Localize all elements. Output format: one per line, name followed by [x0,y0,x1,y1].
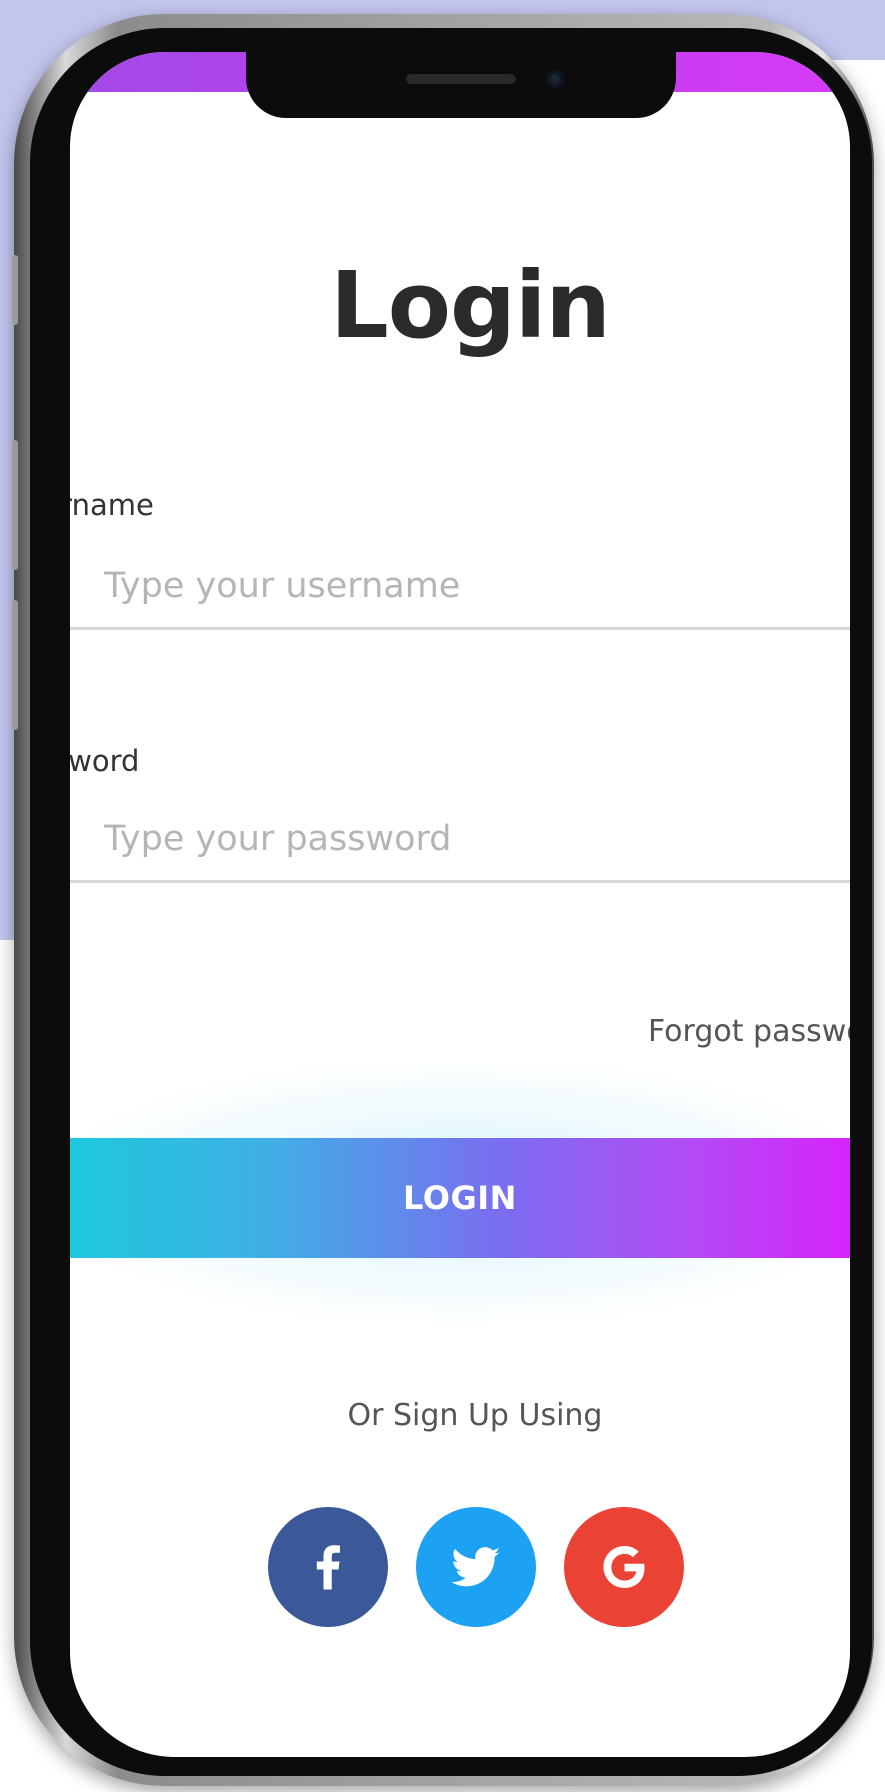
social-login-row [268,1507,688,1627]
speaker-grille [406,74,516,84]
facebook-icon [316,1545,340,1590]
phone-screen: Login Username Password Forgot password?… [70,52,850,1757]
stage: Login Username Password Forgot password?… [0,0,885,1792]
password-label: Password [70,744,140,778]
phone-side-button [12,600,18,730]
page-title: Login [330,252,611,359]
username-label: Username [70,488,154,522]
twitter-button[interactable] [416,1507,536,1627]
twitter-icon [451,1547,501,1587]
facebook-button[interactable] [268,1507,388,1627]
signup-prompt: Or Sign Up Using [347,1398,603,1433]
phone-side-button [12,255,18,325]
forgot-password-link[interactable]: Forgot password? [648,1014,850,1049]
google-icon [603,1546,645,1588]
login-button[interactable]: LOGIN [70,1138,850,1258]
phone-side-button [12,440,18,570]
front-camera [546,70,564,88]
username-input[interactable] [70,544,850,630]
google-button[interactable] [564,1507,684,1627]
phone-notch [246,52,676,118]
password-input[interactable] [70,797,850,883]
